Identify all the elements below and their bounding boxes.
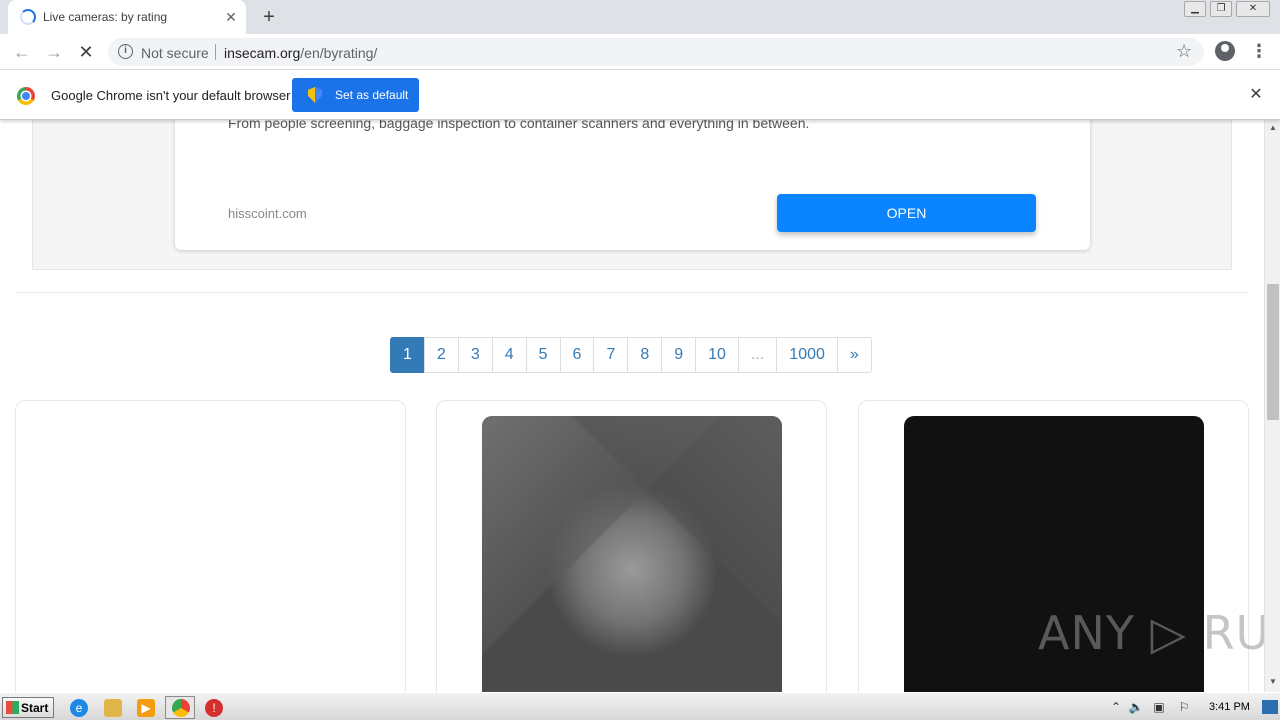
folder-icon[interactable] xyxy=(104,699,122,717)
pagination-page-6[interactable]: 6 xyxy=(559,337,595,373)
ad-domain[interactable]: hisscoint.com xyxy=(228,206,307,221)
set-as-default-label: Set as default xyxy=(335,88,409,102)
uac-shield-icon xyxy=(308,87,322,103)
scrollbar-thumb[interactable] xyxy=(1267,284,1279,420)
minimize-button[interactable]: ▁ xyxy=(1184,1,1206,17)
url-text[interactable]: insecam.org/en/byrating/ xyxy=(224,45,377,61)
scroll-up-arrow-icon[interactable]: ▲ xyxy=(1265,122,1280,134)
infobar-close-icon[interactable]: ✕ xyxy=(1247,86,1265,104)
stop-sign-icon[interactable]: ! xyxy=(205,699,223,717)
pagination-page-9[interactable]: 9 xyxy=(661,337,697,373)
close-window-button[interactable]: ✕ xyxy=(1236,1,1270,17)
browser-tab[interactable]: Live cameras: by rating ✕ xyxy=(8,0,246,34)
show-desktop-icon[interactable] xyxy=(1262,700,1278,714)
pagination-next-button[interactable]: » xyxy=(836,337,872,373)
set-as-default-button[interactable]: Set as default xyxy=(292,78,419,112)
infobar-message: Google Chrome isn't your default browser xyxy=(51,88,291,103)
chrome-logo-icon xyxy=(17,87,35,105)
tab-strip: Live cameras: by rating ✕ + ▁ ❐ ✕ xyxy=(0,0,1280,34)
windows-flag-icon xyxy=(6,701,19,714)
scrollbar[interactable]: ▲ ▼ xyxy=(1264,120,1280,692)
ad-open-button[interactable]: OPEN xyxy=(777,194,1036,232)
pagination-page-5[interactable]: 5 xyxy=(525,337,561,373)
chrome-icon xyxy=(172,699,190,717)
show-hidden-icons-icon[interactable]: ⌃ xyxy=(1108,700,1124,714)
divider xyxy=(16,292,1248,293)
page-content: From people screening, baggage inspectio… xyxy=(0,71,1264,692)
forward-icon[interactable]: → xyxy=(42,40,66,64)
camera-card[interactable] xyxy=(15,400,406,692)
loading-spinner-icon xyxy=(20,9,36,25)
scroll-down-arrow-icon[interactable]: ▼ xyxy=(1265,676,1280,688)
start-label: Start xyxy=(21,701,49,715)
menu-kebab-icon[interactable]: ⋮ xyxy=(1250,40,1268,62)
pagination: 1 2 3 4 5 6 7 8 9 10... 1000» xyxy=(390,337,872,373)
default-browser-infobar: Google Chrome isn't your default browser… xyxy=(0,71,1280,120)
taskbar: Start e ▶ ! ⌃ 🔈 ▣ ⚐ 3:41 PM xyxy=(0,692,1280,720)
internet-explorer-icon[interactable]: e xyxy=(70,699,88,717)
url-path: /en/byrating/ xyxy=(300,45,378,61)
media-player-icon[interactable]: ▶ xyxy=(137,699,155,717)
taskbar-chrome-button[interactable] xyxy=(165,696,195,719)
camera-card[interactable] xyxy=(436,400,827,692)
pagination-ellipsis: ... xyxy=(737,337,778,373)
address-bar[interactable]: i Not secure insecam.org/en/byrating/ ☆ xyxy=(108,38,1204,66)
action-center-flag-icon[interactable]: ⚐ xyxy=(1176,700,1192,714)
pagination-page-1[interactable]: 1 xyxy=(390,337,425,373)
pagination-page-4[interactable]: 4 xyxy=(491,337,527,373)
pagination-page-2[interactable]: 2 xyxy=(423,337,459,373)
url-host: insecam.org xyxy=(224,45,301,61)
network-icon[interactable]: ▣ xyxy=(1151,700,1167,714)
bookmark-star-icon[interactable]: ☆ xyxy=(1176,41,1192,62)
decoration xyxy=(482,416,782,692)
pagination-page-3[interactable]: 3 xyxy=(457,337,493,373)
start-button[interactable]: Start xyxy=(2,697,54,718)
security-status[interactable]: Not secure xyxy=(141,45,209,61)
back-icon[interactable]: ← xyxy=(10,40,34,64)
pagination-page-7[interactable]: 7 xyxy=(593,337,629,373)
pagination-page-8[interactable]: 8 xyxy=(627,337,663,373)
new-tab-button[interactable]: + xyxy=(258,6,280,28)
camera-thumbnail[interactable] xyxy=(482,416,782,692)
restore-button[interactable]: ❐ xyxy=(1210,1,1232,17)
profile-avatar-icon[interactable] xyxy=(1215,41,1235,61)
tab-title: Live cameras: by rating xyxy=(43,10,168,24)
watermark: ANY ▷ RUN xyxy=(1038,606,1280,660)
stop-loading-icon[interactable]: ✕ xyxy=(74,40,98,64)
pagination-page-10[interactable]: 10 xyxy=(695,337,739,373)
pagination-page-1000[interactable]: 1000 xyxy=(776,337,838,373)
browser-toolbar: ← → ✕ i Not secure insecam.org/en/byrati… xyxy=(0,34,1280,70)
system-tray: ⌃ 🔈 ▣ ⚐ 3:41 PM xyxy=(1104,696,1280,719)
divider xyxy=(215,44,216,60)
tab-close-icon[interactable]: ✕ xyxy=(222,8,240,26)
clock[interactable]: 3:41 PM xyxy=(1209,701,1250,713)
info-icon[interactable]: i xyxy=(118,44,133,59)
volume-icon[interactable]: 🔈 xyxy=(1128,700,1144,714)
